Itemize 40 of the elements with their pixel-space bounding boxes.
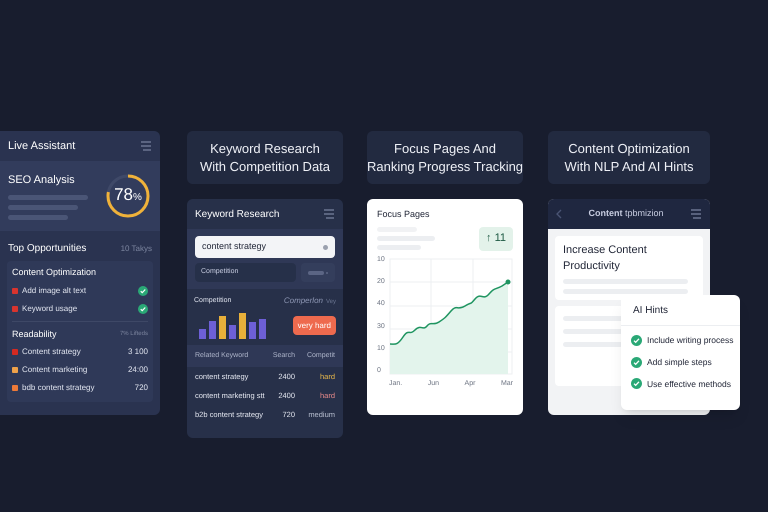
group-title: Content Optimization [12, 266, 96, 279]
bar-chart-drawing [199, 311, 269, 339]
item-label: Content strategy [22, 346, 82, 358]
heading-line: With Competition Data [200, 158, 330, 176]
hint-text: Add simple steps [647, 356, 712, 368]
task-count: 10 Takys [120, 242, 152, 254]
item-value: 3 100 [128, 346, 148, 358]
panel-title: Content tpbmizion [588, 207, 664, 220]
section-title: Top Opportunities [8, 242, 86, 256]
heading-line: Focus Pages And [394, 140, 496, 158]
card-title: Focus Pages [377, 208, 431, 221]
menu-icon[interactable] [140, 140, 152, 152]
item-label: bdb content strategy [22, 382, 96, 394]
progress-ring [104, 172, 152, 220]
rank-change-badge: ↑ 11 [479, 226, 513, 250]
group-title: Readability [12, 328, 57, 341]
heading-line: Ranking Progress Tracking [366, 158, 524, 176]
item-label: Content marketing [22, 364, 88, 376]
item-value: 720 [134, 382, 148, 394]
item-label: Add image alt text [22, 284, 88, 296]
competition-label: Comperlon [284, 295, 323, 307]
item-label: Keyword usage [22, 302, 78, 314]
heading-line: Content Optimization [568, 140, 690, 158]
menu-icon[interactable] [690, 208, 702, 220]
search-field[interactable]: content strategy [195, 236, 335, 258]
popup-title: AI Hints [621, 295, 740, 326]
heading-line: With NLP And AI Hints [564, 158, 694, 176]
hint-text: Include writing process [647, 334, 734, 347]
dropdown-button[interactable] [301, 263, 335, 282]
card-title: Increase Content Productivity [563, 243, 648, 274]
item-value: 24:00 [128, 364, 148, 376]
heading-line: Keyword Research [210, 140, 320, 158]
menu-icon[interactable] [323, 208, 335, 220]
panel-title: Keyword Research [195, 208, 280, 222]
difficulty-badge: very hard [292, 316, 336, 335]
panel-title: Live Assistant [8, 138, 76, 154]
section-title: SEO Analysis [8, 172, 76, 188]
back-icon[interactable] [556, 209, 562, 219]
score-value: 78% [114, 186, 142, 206]
hint-text: Use effective methods [647, 378, 731, 390]
